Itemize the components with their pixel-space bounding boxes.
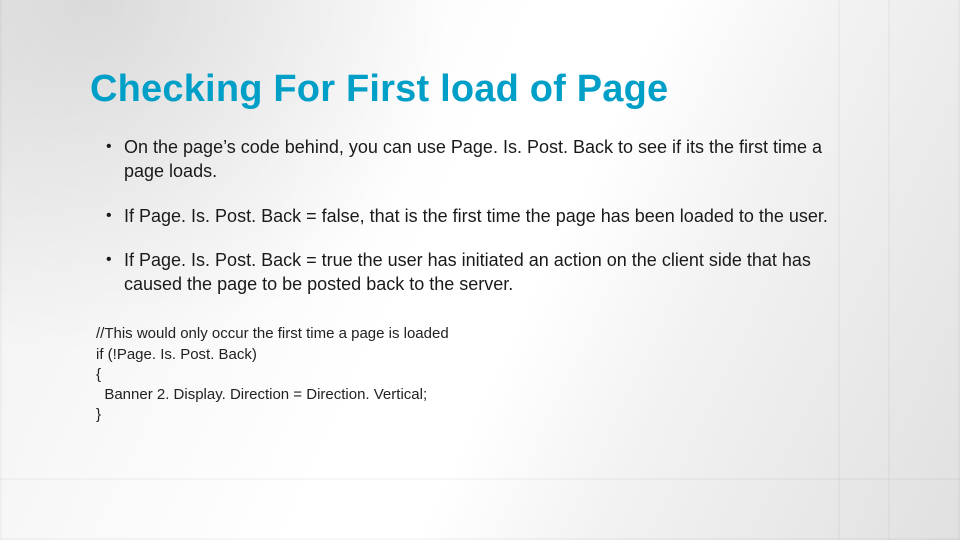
list-item: If Page. Is. Post. Back = true the user … [106, 248, 864, 297]
list-item: On the page’s code behind, you can use P… [106, 135, 864, 184]
code-line: if (!Page. Is. Post. Back) [96, 345, 870, 365]
code-snippet: //This would only occur the first time a… [90, 324, 870, 425]
content-area: Checking For First load of Page On the p… [0, 0, 960, 426]
code-line: { [96, 365, 870, 385]
slide: Checking For First load of Page On the p… [0, 0, 960, 540]
code-line: } [96, 405, 870, 425]
slide-title: Checking For First load of Page [90, 68, 870, 111]
list-item: If Page. Is. Post. Back = false, that is… [106, 204, 864, 228]
code-line: Banner 2. Display. Direction = Direction… [96, 385, 870, 405]
bullet-list: On the page’s code behind, you can use P… [90, 135, 870, 296]
code-line: //This would only occur the first time a… [96, 324, 870, 344]
